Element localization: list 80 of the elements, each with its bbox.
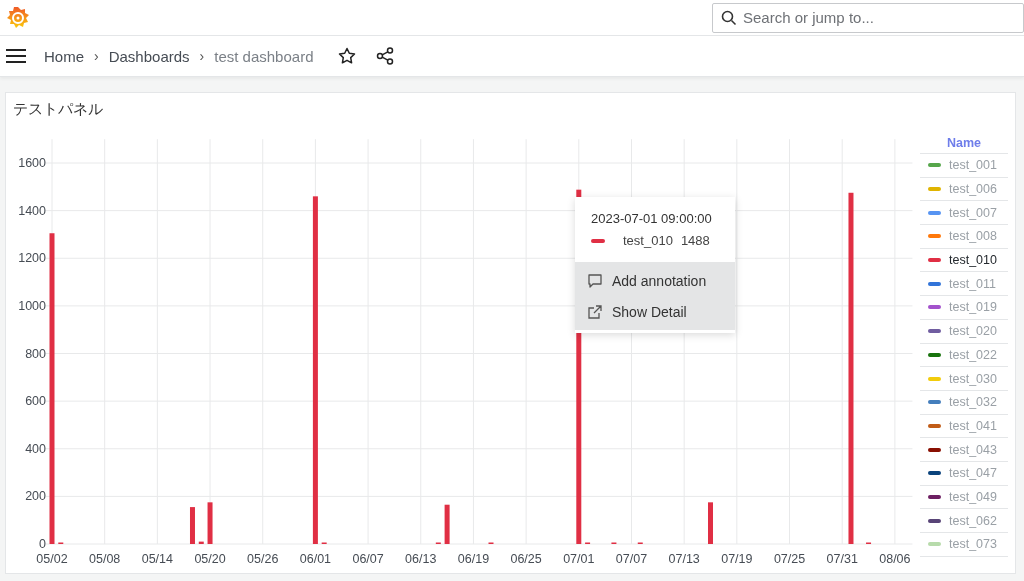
breadcrumb-link[interactable]: test dashboard bbox=[214, 47, 314, 65]
series-name: test_073 bbox=[949, 537, 997, 552]
axis-label: 1600 bbox=[18, 156, 46, 170]
series-name: test_030 bbox=[949, 371, 997, 386]
axis-label: 07/01 bbox=[563, 552, 595, 566]
series-name: test_010 bbox=[623, 233, 673, 248]
tooltip-time: 2023-07-01 09:00:00 bbox=[590, 210, 713, 226]
axis-label: 400 bbox=[25, 441, 46, 456]
series-name: test_008 bbox=[949, 229, 997, 244]
axis-label: 600 bbox=[25, 394, 46, 409]
breadcrumb-link[interactable]: Home bbox=[44, 47, 84, 65]
comment-icon bbox=[587, 272, 603, 289]
axis-label: 1400 bbox=[18, 203, 46, 218]
axis-label: 06/13 bbox=[405, 552, 437, 566]
legend-item[interactable]: test_019 bbox=[920, 296, 1008, 320]
series-name: test_062 bbox=[949, 513, 997, 528]
axis-label: 05/14 bbox=[141, 552, 173, 566]
chevron-icon: › bbox=[199, 48, 205, 64]
axis-label: 05/02 bbox=[36, 552, 68, 566]
series-name: test_007 bbox=[949, 205, 997, 220]
series-name: test_043 bbox=[949, 442, 997, 457]
share-icon[interactable] bbox=[375, 47, 394, 65]
legend-item[interactable]: test_030 bbox=[920, 367, 1008, 391]
menu-item[interactable]: Add annotation bbox=[575, 265, 735, 296]
series-name: test_047 bbox=[949, 466, 997, 481]
axis-label: 07/07 bbox=[615, 552, 648, 566]
series-name: test_006 bbox=[949, 182, 997, 197]
legend-item[interactable]: test_022 bbox=[920, 343, 1008, 368]
series-name: test_019 bbox=[949, 300, 997, 315]
breadcrumb-link[interactable]: Dashboards bbox=[108, 47, 190, 65]
chevron-icon: › bbox=[94, 48, 99, 64]
axis-label: 06/01 bbox=[299, 552, 332, 566]
legend-item[interactable]: test_008 bbox=[920, 225, 1008, 249]
axis-label: 05/08 bbox=[89, 552, 121, 566]
legend-item[interactable]: test_049 bbox=[920, 485, 1008, 510]
axis-label: 08/06 bbox=[879, 552, 911, 566]
legend-item[interactable]: test_047 bbox=[920, 461, 1008, 486]
legend-item[interactable]: test_041 bbox=[920, 414, 1008, 439]
legend-item[interactable]: test_007 bbox=[920, 201, 1008, 226]
legend-item[interactable]: test_020 bbox=[920, 319, 1008, 344]
axis-label: 05/26 bbox=[247, 552, 279, 566]
axis-label: 200 bbox=[25, 489, 46, 504]
series-name: test_011 bbox=[949, 276, 997, 291]
legend-item[interactable]: test_032 bbox=[920, 390, 1008, 415]
axis-label: 0 bbox=[39, 537, 46, 551]
axis-label: 800 bbox=[25, 346, 46, 361]
series-value: 1488 bbox=[680, 233, 710, 248]
series-name: test_001 bbox=[949, 158, 997, 173]
legend-item[interactable]: test_006 bbox=[920, 177, 1008, 202]
series-name: test_020 bbox=[949, 324, 997, 339]
menu-item[interactable]: Show Detail bbox=[575, 296, 735, 327]
panel-title: テストパネル bbox=[13, 100, 103, 119]
axis-label: 07/25 bbox=[773, 552, 806, 566]
series-name: test_049 bbox=[949, 489, 997, 504]
axis-label: 06/25 bbox=[510, 552, 542, 566]
legend-header[interactable]: Name bbox=[920, 129, 1008, 154]
search-icon bbox=[721, 9, 737, 26]
legend-item[interactable]: test_001 bbox=[920, 154, 1008, 178]
axis-label: 1200 bbox=[18, 251, 46, 266]
legend-item[interactable]: test_043 bbox=[920, 438, 1008, 462]
external-link-icon bbox=[587, 303, 603, 320]
axis-label: 07/13 bbox=[668, 552, 700, 566]
menu-icon[interactable] bbox=[6, 48, 26, 64]
axis-label: 1000 bbox=[18, 298, 46, 313]
search-field[interactable]: Search or jump to... bbox=[712, 2, 1024, 33]
legend-item[interactable]: test_073 bbox=[920, 533, 1008, 557]
series-name: test_010 bbox=[949, 253, 997, 268]
axis-label: 07/31 bbox=[826, 552, 858, 566]
series-name: test_022 bbox=[949, 347, 997, 362]
series-name: test_032 bbox=[949, 395, 997, 410]
axis-label: 05/20 bbox=[194, 552, 226, 566]
series-name: test_041 bbox=[949, 418, 997, 433]
legend-item[interactable]: test_011 bbox=[920, 272, 1008, 297]
star-icon[interactable] bbox=[337, 47, 356, 65]
axis-label: 06/07 bbox=[352, 552, 384, 566]
axis-label: 07/19 bbox=[721, 552, 753, 566]
logo-icon[interactable] bbox=[6, 5, 30, 30]
legend-item[interactable]: test_010 bbox=[920, 248, 1008, 273]
legend-item[interactable]: test_062 bbox=[920, 509, 1008, 533]
axis-label: 06/19 bbox=[457, 552, 490, 566]
